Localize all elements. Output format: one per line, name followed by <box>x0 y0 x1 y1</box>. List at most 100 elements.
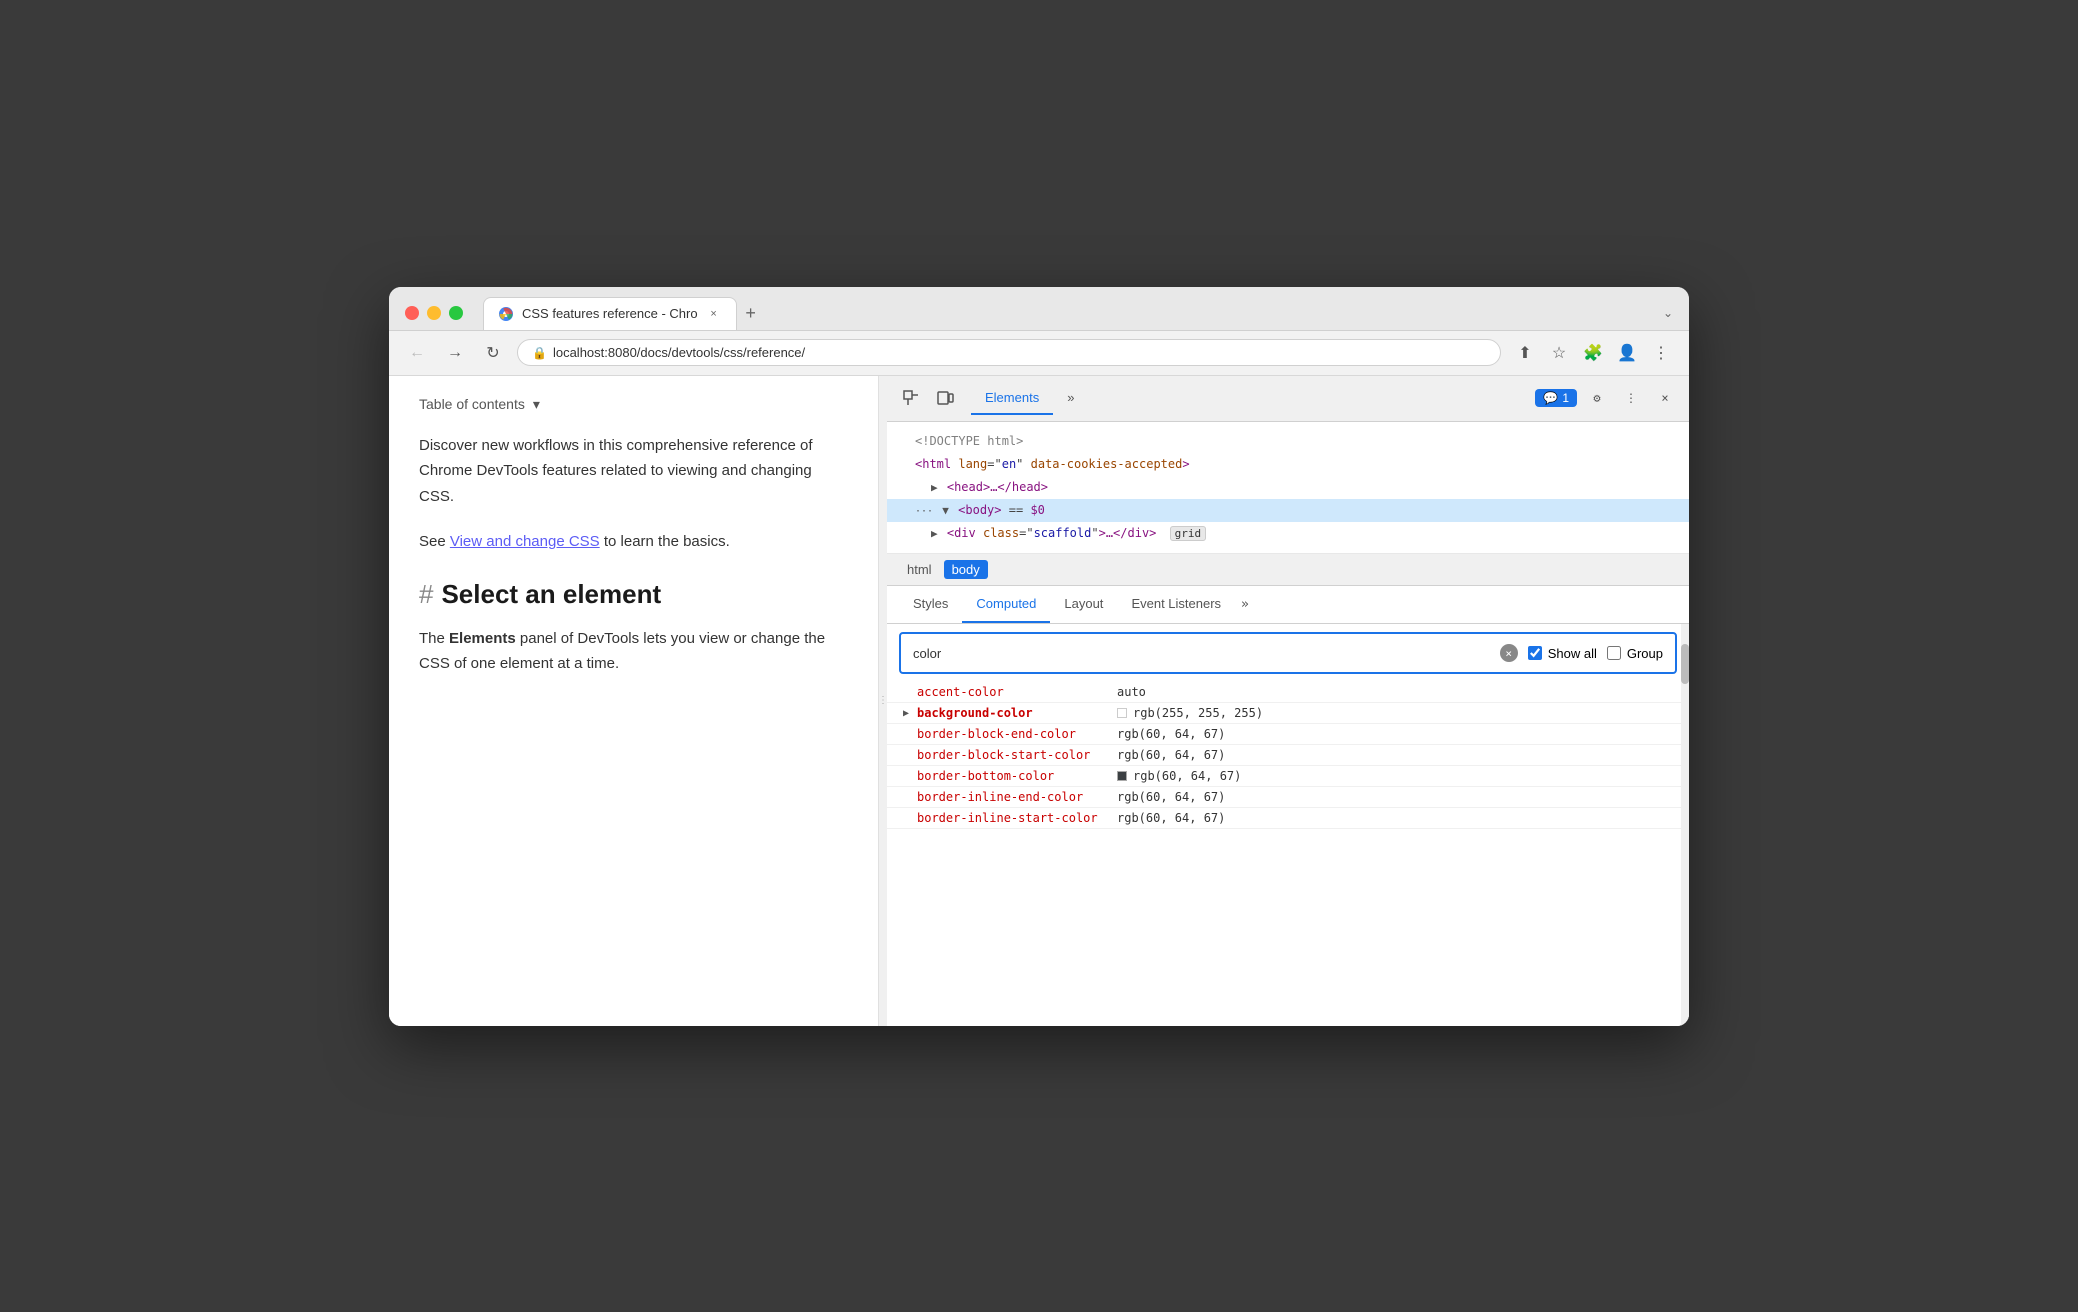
elements-tab[interactable]: Elements <box>971 382 1053 415</box>
filter-clear-button[interactable]: × <box>1500 644 1518 662</box>
console-icon: 💬 <box>1543 391 1558 405</box>
prop-value: rgb(60, 64, 67) <box>1117 748 1225 762</box>
layout-tab[interactable]: Layout <box>1050 586 1117 623</box>
more-styles-tabs[interactable]: » <box>1235 587 1255 622</box>
devtools-tab-strip: Elements » <box>971 382 1529 415</box>
prop-name: accent-color <box>917 685 1117 699</box>
share-button[interactable]: ⬆ <box>1511 339 1539 367</box>
prop-row-border-block-start-color[interactable]: border-block-start-color rgb(60, 64, 67) <box>887 745 1689 766</box>
scrollbar-thumb[interactable] <box>1681 644 1689 684</box>
section-title-text: Select an element <box>441 579 661 610</box>
prop-value: rgb(60, 64, 67) <box>1117 769 1241 783</box>
computed-panel: × Show all Group accent-color <box>887 624 1689 1025</box>
intro-paragraph: Discover new workflows in this comprehen… <box>419 433 848 510</box>
prop-row-border-block-end-color[interactable]: border-block-end-color rgb(60, 64, 67) <box>887 724 1689 745</box>
prop-name: border-bottom-color <box>917 769 1117 783</box>
section-heading: # Select an element <box>419 579 848 610</box>
dom-line-html[interactable]: <html lang="en" data-cookies-accepted> <box>887 453 1689 476</box>
event-listeners-tab[interactable]: Event Listeners <box>1117 586 1235 623</box>
bookmark-button[interactable]: ☆ <box>1545 339 1573 367</box>
expand-triangle-icon[interactable]: ▶ <box>903 708 917 719</box>
prop-row-border-inline-start-color[interactable]: border-inline-start-color rgb(60, 64, 67… <box>887 808 1689 829</box>
minimize-button[interactable] <box>427 306 441 320</box>
dom-tree: <!DOCTYPE html> <html lang="en" data-coo… <box>887 422 1689 555</box>
more-button[interactable]: ⋮ <box>1647 339 1675 367</box>
group-label: Group <box>1627 646 1663 661</box>
main-area: Table of contents ▾ Discover new workflo… <box>389 376 1689 1026</box>
reload-button[interactable]: ↻ <box>479 339 507 367</box>
browser-window: CSS features reference - Chro × + ⌄ ← → … <box>389 287 1689 1026</box>
close-devtools-button[interactable]: × <box>1651 384 1679 412</box>
title-bar-right: ⌄ <box>1663 306 1673 320</box>
dom-line-body[interactable]: ··· ▼ <body> == $0 <box>887 499 1689 522</box>
show-all-group: Show all <box>1528 646 1597 661</box>
element-picker-icon <box>902 389 920 407</box>
customize-button[interactable]: ⋮ <box>1617 384 1645 412</box>
more-panels-button[interactable]: » <box>1053 382 1088 415</box>
resize-handle[interactable]: ⋮ <box>879 376 887 1026</box>
elements-bold: Elements <box>449 630 516 647</box>
show-all-label: Show all <box>1548 646 1597 661</box>
prop-value: rgb(60, 64, 67) <box>1117 811 1225 825</box>
styles-tab-strip: Styles Computed Layout Event Listeners » <box>887 586 1689 624</box>
devtools-toolbar-right: 💬 1 ⚙ ⋮ × <box>1535 384 1679 412</box>
back-button[interactable]: ← <box>403 339 431 367</box>
prop-row-border-inline-end-color[interactable]: border-inline-end-color rgb(60, 64, 67) <box>887 787 1689 808</box>
extensions-button[interactable]: 🧩 <box>1579 339 1607 367</box>
prop-value: auto <box>1117 685 1146 699</box>
url-text: localhost:8080/docs/devtools/css/referen… <box>553 345 1486 360</box>
address-bar[interactable]: 🔒 localhost:8080/docs/devtools/css/refer… <box>517 339 1501 366</box>
prop-name: background-color <box>917 706 1117 720</box>
traffic-lights <box>405 306 463 320</box>
color-swatch-icon[interactable] <box>1117 771 1127 781</box>
forward-button[interactable]: → <box>441 339 469 367</box>
prop-row-border-bottom-color[interactable]: border-bottom-color rgb(60, 64, 67) <box>887 766 1689 787</box>
nav-bar: ← → ↻ 🔒 localhost:8080/docs/devtools/css… <box>389 331 1689 376</box>
see-paragraph: See View and change CSS to learn the bas… <box>419 529 848 555</box>
tabs-row: CSS features reference - Chro × + <box>483 297 1653 330</box>
dom-line-head[interactable]: ▶ <head>…</head> <box>887 476 1689 499</box>
title-bar: CSS features reference - Chro × + ⌄ <box>389 287 1689 331</box>
device-toggle-icon <box>936 389 954 407</box>
elements-paragraph: The Elements panel of DevTools lets you … <box>419 626 848 677</box>
view-css-link[interactable]: View and change CSS <box>450 533 600 550</box>
prop-value: rgb(60, 64, 67) <box>1117 727 1225 741</box>
styles-tab[interactable]: Styles <box>899 586 962 623</box>
devtools-panel: Elements » 💬 1 ⚙ ⋮ × <box>887 376 1689 1026</box>
properties-list: accent-color auto ▶ background-color rgb… <box>887 682 1689 1025</box>
group-checkbox[interactable] <box>1607 646 1621 660</box>
filter-input[interactable] <box>913 646 1490 661</box>
ellipsis-icon: ··· <box>915 506 933 517</box>
dom-line-scaffold[interactable]: ▶ <div class="scaffold">…</div> grid <box>887 522 1689 545</box>
grid-badge[interactable]: grid <box>1170 526 1207 541</box>
inspector-tool-button[interactable] <box>897 384 925 412</box>
devtools-scrollbar[interactable] <box>1681 624 1689 1025</box>
nav-actions: ⬆ ☆ 🧩 👤 ⋮ <box>1511 339 1675 367</box>
prop-value: rgb(60, 64, 67) <box>1117 790 1225 804</box>
console-badge[interactable]: 💬 1 <box>1535 389 1577 407</box>
profile-button[interactable]: 👤 <box>1613 339 1641 367</box>
browser-tab-active[interactable]: CSS features reference - Chro × <box>483 297 737 330</box>
device-toolbar-button[interactable] <box>931 384 959 412</box>
computed-tab[interactable]: Computed <box>962 586 1050 623</box>
dom-line-doctype[interactable]: <!DOCTYPE html> <box>887 430 1689 453</box>
show-all-checkbox[interactable] <box>1528 646 1542 660</box>
prop-row-accent-color[interactable]: accent-color auto <box>887 682 1689 703</box>
maximize-button[interactable] <box>449 306 463 320</box>
hash-symbol: # <box>419 579 433 610</box>
close-button[interactable] <box>405 306 419 320</box>
color-swatch-icon[interactable] <box>1117 708 1127 718</box>
page-content: Table of contents ▾ Discover new workflo… <box>389 376 879 1026</box>
prop-row-background-color[interactable]: ▶ background-color rgb(255, 255, 255) <box>887 703 1689 724</box>
breadcrumb-body[interactable]: body <box>944 560 988 579</box>
doctype-text: <!DOCTYPE html> <box>915 434 1023 448</box>
toc-header: Table of contents ▾ <box>419 396 848 413</box>
breadcrumb-html[interactable]: html <box>899 560 940 579</box>
chevron-down-icon[interactable]: ⌄ <box>1663 306 1673 320</box>
prop-name: border-block-end-color <box>917 727 1117 741</box>
tab-title: CSS features reference - Chro <box>522 306 698 321</box>
tab-close-icon[interactable]: × <box>706 306 722 322</box>
prop-name: border-block-start-color <box>917 748 1117 762</box>
new-tab-button[interactable]: + <box>737 300 765 328</box>
settings-button[interactable]: ⚙ <box>1583 384 1611 412</box>
